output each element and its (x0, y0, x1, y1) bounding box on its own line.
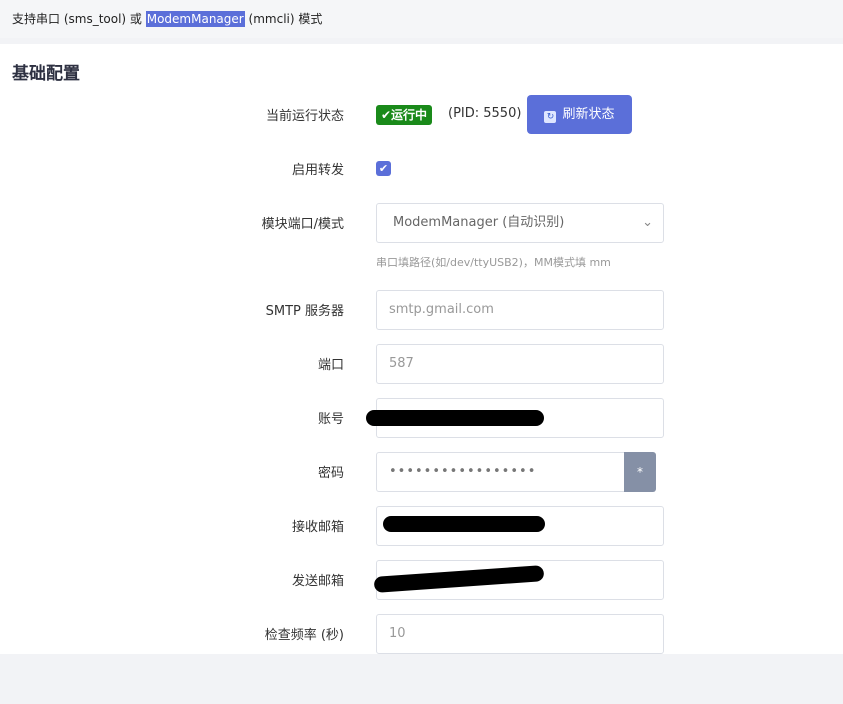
receiver-label: 接收邮箱 (291, 520, 344, 535)
interval-input[interactable]: 10 (376, 614, 664, 654)
pid-text: (PID: 5550) (448, 106, 522, 121)
description-text-2: (mmcli) 模式 (244, 12, 323, 26)
description-text-1: 支持串口 (sms_tool) 或 (12, 12, 146, 26)
interval-label: 检查频率 (秒) (264, 628, 344, 643)
smtp-port-label: 端口 (317, 358, 344, 373)
status-label: 当前运行状态 (265, 109, 344, 124)
redaction-mark (383, 516, 545, 532)
port-mode-value: ModemManager (自动识别) (393, 215, 565, 230)
sender-label: 发送邮箱 (291, 574, 344, 589)
smtp-server-label: SMTP 服务器 (265, 304, 344, 319)
port-mode-select[interactable]: ModemManager (自动识别) ⌄ (376, 203, 664, 243)
description-highlight: ModemManager (145, 11, 245, 27)
chevron-down-icon: ⌄ (642, 215, 653, 230)
password-input[interactable]: ••••••••••••••••• (376, 452, 625, 492)
password-label: 密码 (317, 466, 344, 481)
port-mode-label: 模块端口/模式 (261, 217, 344, 232)
check-icon: ✔ (378, 162, 389, 175)
port-mode-hint: 串口填路径(如/dev/ttyUSB2)，MM模式填 mm (376, 256, 611, 269)
basic-config-panel: 基础配置 当前运行状态 ✔运行中 (PID: 5550) ↻ 刷新状态 启用转发 … (0, 44, 843, 654)
page-footer-area (0, 654, 843, 704)
redaction-mark (366, 410, 544, 426)
account-label: 账号 (317, 412, 344, 427)
enable-label: 启用转发 (291, 163, 344, 178)
top-description-bar: 支持串口 (sms_tool) 或 ModemManager (mmcli) 模… (0, 0, 843, 38)
refresh-label: 刷新状态 (562, 107, 615, 122)
smtp-port-input[interactable]: 587 (376, 344, 664, 384)
section-title: 基础配置 (12, 64, 80, 84)
smtp-server-input[interactable]: smtp.gmail.com (376, 290, 664, 330)
refresh-status-button[interactable]: ↻ 刷新状态 (527, 95, 632, 134)
mode-description: 支持串口 (sms_tool) 或 ModemManager (mmcli) 模… (12, 10, 322, 27)
enable-checkbox[interactable]: ✔ (376, 161, 391, 176)
status-badge: ✔运行中 (376, 105, 433, 125)
refresh-icon: ↻ (544, 111, 557, 123)
reveal-password-button[interactable]: * (624, 452, 656, 492)
